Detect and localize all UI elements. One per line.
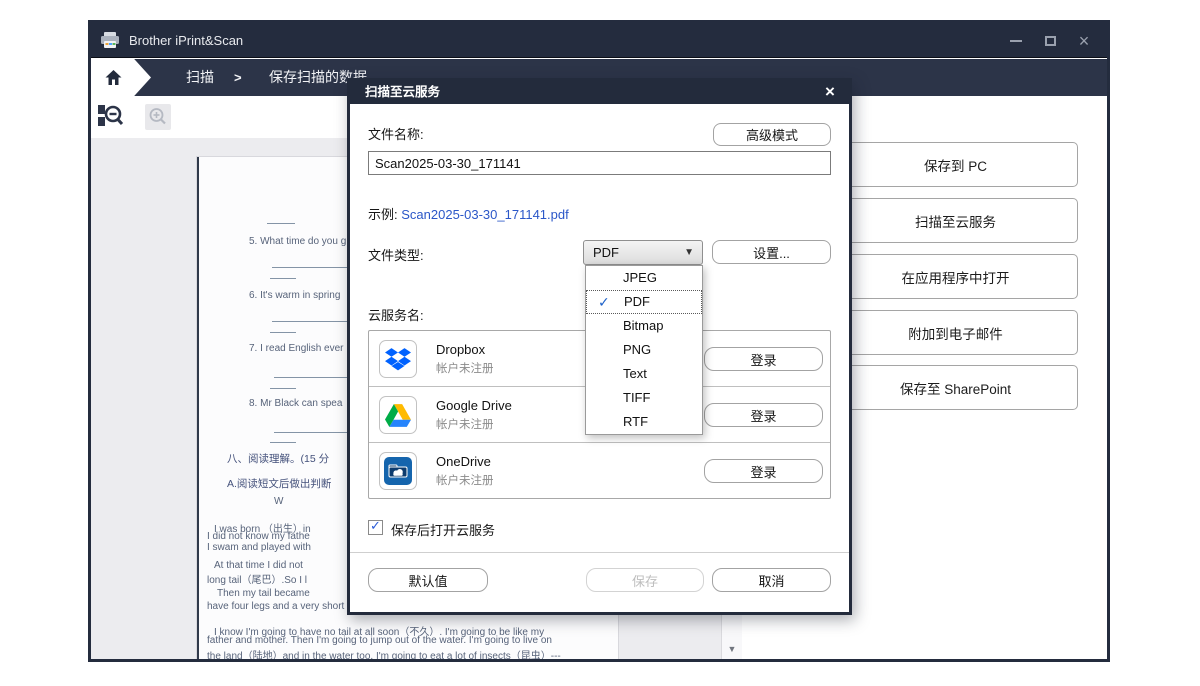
file-type-dropdown[interactable]: PDF ▼	[583, 240, 703, 265]
example-filename-link[interactable]: Scan2025-03-30_171141.pdf	[401, 207, 568, 222]
dialog-header: 扫描至云服务 ×	[350, 81, 849, 104]
app-window: Brother iPrint&Scan × 扫描 > 保存扫描的数据 5. Wh…	[88, 20, 1110, 662]
file-type-option-rtf[interactable]: RTF	[586, 410, 702, 434]
document-answer-line	[270, 278, 296, 279]
google-drive-icon	[379, 396, 417, 434]
zoom-in-icon	[149, 108, 166, 125]
cancel-button[interactable]: 取消	[712, 568, 831, 592]
document-line: Then my tail became	[217, 588, 310, 599]
printer-app-icon	[100, 31, 120, 54]
cloud-service-status: 帐户未注册	[436, 475, 494, 487]
dialog-title: 扫描至云服务	[365, 85, 441, 99]
cloud-service-status: 帐户未注册	[436, 419, 494, 431]
fit-zoom-out-button[interactable]	[96, 102, 130, 137]
onedrive-icon	[379, 452, 417, 490]
cloud-service-name: Google Drive	[436, 398, 512, 413]
document-line: A.阅读短文后做出判断	[227, 478, 332, 490]
cloud-service-name: Dropbox	[436, 342, 486, 357]
file-type-option-label: PNG	[623, 342, 652, 357]
dialog-close-button[interactable]: ×	[819, 81, 841, 104]
action-button-1[interactable]: 保存到 PC	[833, 142, 1078, 187]
login-button[interactable]: 登录	[704, 459, 823, 483]
file-type-option-tiff[interactable]: TIFF	[586, 386, 702, 410]
file-name-input[interactable]	[368, 151, 831, 175]
cloud-service-row-onedrive: OneDrive 帐户未注册 登录	[369, 443, 830, 498]
document-line: At that time I did not	[214, 560, 303, 571]
document-line: long tail（尾巴）.So I l	[207, 575, 308, 586]
zoom-out-fit-icon	[98, 105, 124, 126]
dropbox-icon	[379, 340, 417, 378]
open-after-save-checkbox[interactable]: ✓	[368, 518, 383, 535]
file-type-option-label: Text	[623, 366, 647, 381]
file-name-label: 文件名称:	[368, 127, 424, 142]
cloud-service-label: 云服务名:	[368, 308, 424, 323]
cloud-service-name: OneDrive	[436, 454, 491, 469]
file-type-option-label: JPEG	[623, 270, 657, 285]
title-bar: Brother iPrint&Scan ×	[91, 23, 1107, 58]
advanced-mode-button[interactable]: 高级模式	[713, 123, 831, 146]
document-answer-line	[270, 388, 296, 389]
file-type-option-label: TIFF	[623, 390, 651, 405]
maximize-icon	[1044, 35, 1056, 46]
save-button[interactable]: 保存	[586, 568, 704, 592]
example-label: 示例:	[368, 207, 398, 222]
document-line: I did not know my fathe	[207, 531, 310, 542]
file-type-option-bitmap[interactable]: Bitmap	[586, 314, 702, 338]
file-type-value: PDF	[593, 245, 619, 260]
open-after-save-label: 保存后打开云服务	[391, 523, 496, 538]
document-answer-line	[267, 223, 295, 224]
default-button[interactable]: 默认值	[368, 568, 488, 592]
scan-to-cloud-dialog: 扫描至云服务 × 文件名称: 高级模式 示例: Scan2025-03-30_1…	[347, 78, 852, 615]
file-type-option-label: PDF	[624, 294, 650, 309]
breadcrumb-scan[interactable]: 扫描	[186, 59, 214, 96]
example-row: 示例: Scan2025-03-30_171141.pdf	[368, 204, 569, 223]
document-line: 八、阅读理解。(15 分	[227, 453, 330, 465]
close-icon: ×	[1078, 30, 1090, 51]
file-type-option-pdf[interactable]: ✓ PDF	[586, 290, 702, 314]
file-type-option-jpeg[interactable]: JPEG	[586, 266, 702, 290]
document-line: 8. Mr Black can spea	[249, 398, 343, 409]
file-type-label: 文件类型:	[368, 248, 424, 263]
file-type-option-label: RTF	[623, 414, 649, 429]
login-button[interactable]: 登录	[704, 347, 823, 371]
file-type-option-label: Bitmap	[623, 318, 664, 333]
zoom-in-button-disabled[interactable]	[145, 104, 171, 130]
maximize-button[interactable]	[1033, 23, 1067, 58]
action-button-4[interactable]: 附加到电子邮件	[833, 310, 1078, 355]
file-type-option-png[interactable]: PNG	[586, 338, 702, 362]
login-button[interactable]: 登录	[704, 403, 823, 427]
settings-button[interactable]: 设置...	[712, 240, 831, 264]
action-button-3[interactable]: 在应用程序中打开	[833, 254, 1078, 299]
document-line: the land（陆地）and in the water too. I'm go…	[207, 651, 561, 659]
document-line: W	[274, 496, 284, 507]
selected-check-icon: ✓	[598, 294, 610, 310]
action-button-2[interactable]: 扫描至云服务	[833, 198, 1078, 243]
dialog-divider	[350, 552, 849, 553]
document-line: 5. What time do you g	[249, 236, 347, 247]
file-type-options-popup: JPEG ✓ PDF Bitmap PNG Text TIFF RTF	[585, 265, 703, 435]
chevron-down-icon: ▼	[684, 247, 694, 258]
checkmark-icon: ✓	[370, 518, 381, 533]
chevron-right-icon: >	[234, 70, 242, 85]
document-line: 6. It's warm in spring	[249, 290, 341, 301]
document-line: have four legs and a very short tail.	[207, 601, 363, 612]
close-button[interactable]: ×	[1067, 23, 1101, 58]
minimize-button[interactable]	[999, 23, 1033, 58]
scroll-down-icon[interactable]: ▼	[722, 644, 742, 654]
action-button-5[interactable]: 保存至 SharePoint	[833, 365, 1078, 410]
document-line: I swam and played with	[207, 542, 311, 553]
window-controls: ×	[999, 23, 1101, 58]
document-answer-line	[270, 332, 296, 333]
cloud-service-status: 帐户未注册	[436, 363, 494, 375]
file-type-option-text[interactable]: Text	[586, 362, 702, 386]
home-button[interactable]	[91, 59, 151, 96]
document-line: 7. I read English ever	[249, 343, 344, 354]
minimize-icon	[1010, 39, 1022, 42]
window-title: Brother iPrint&Scan	[129, 33, 244, 48]
document-line: father and mother. Then I'm going to jum…	[207, 635, 552, 646]
screenshot-stage: Brother iPrint&Scan × 扫描 > 保存扫描的数据 5. Wh…	[0, 0, 1200, 686]
home-icon	[105, 70, 122, 85]
document-answer-line	[270, 442, 296, 443]
